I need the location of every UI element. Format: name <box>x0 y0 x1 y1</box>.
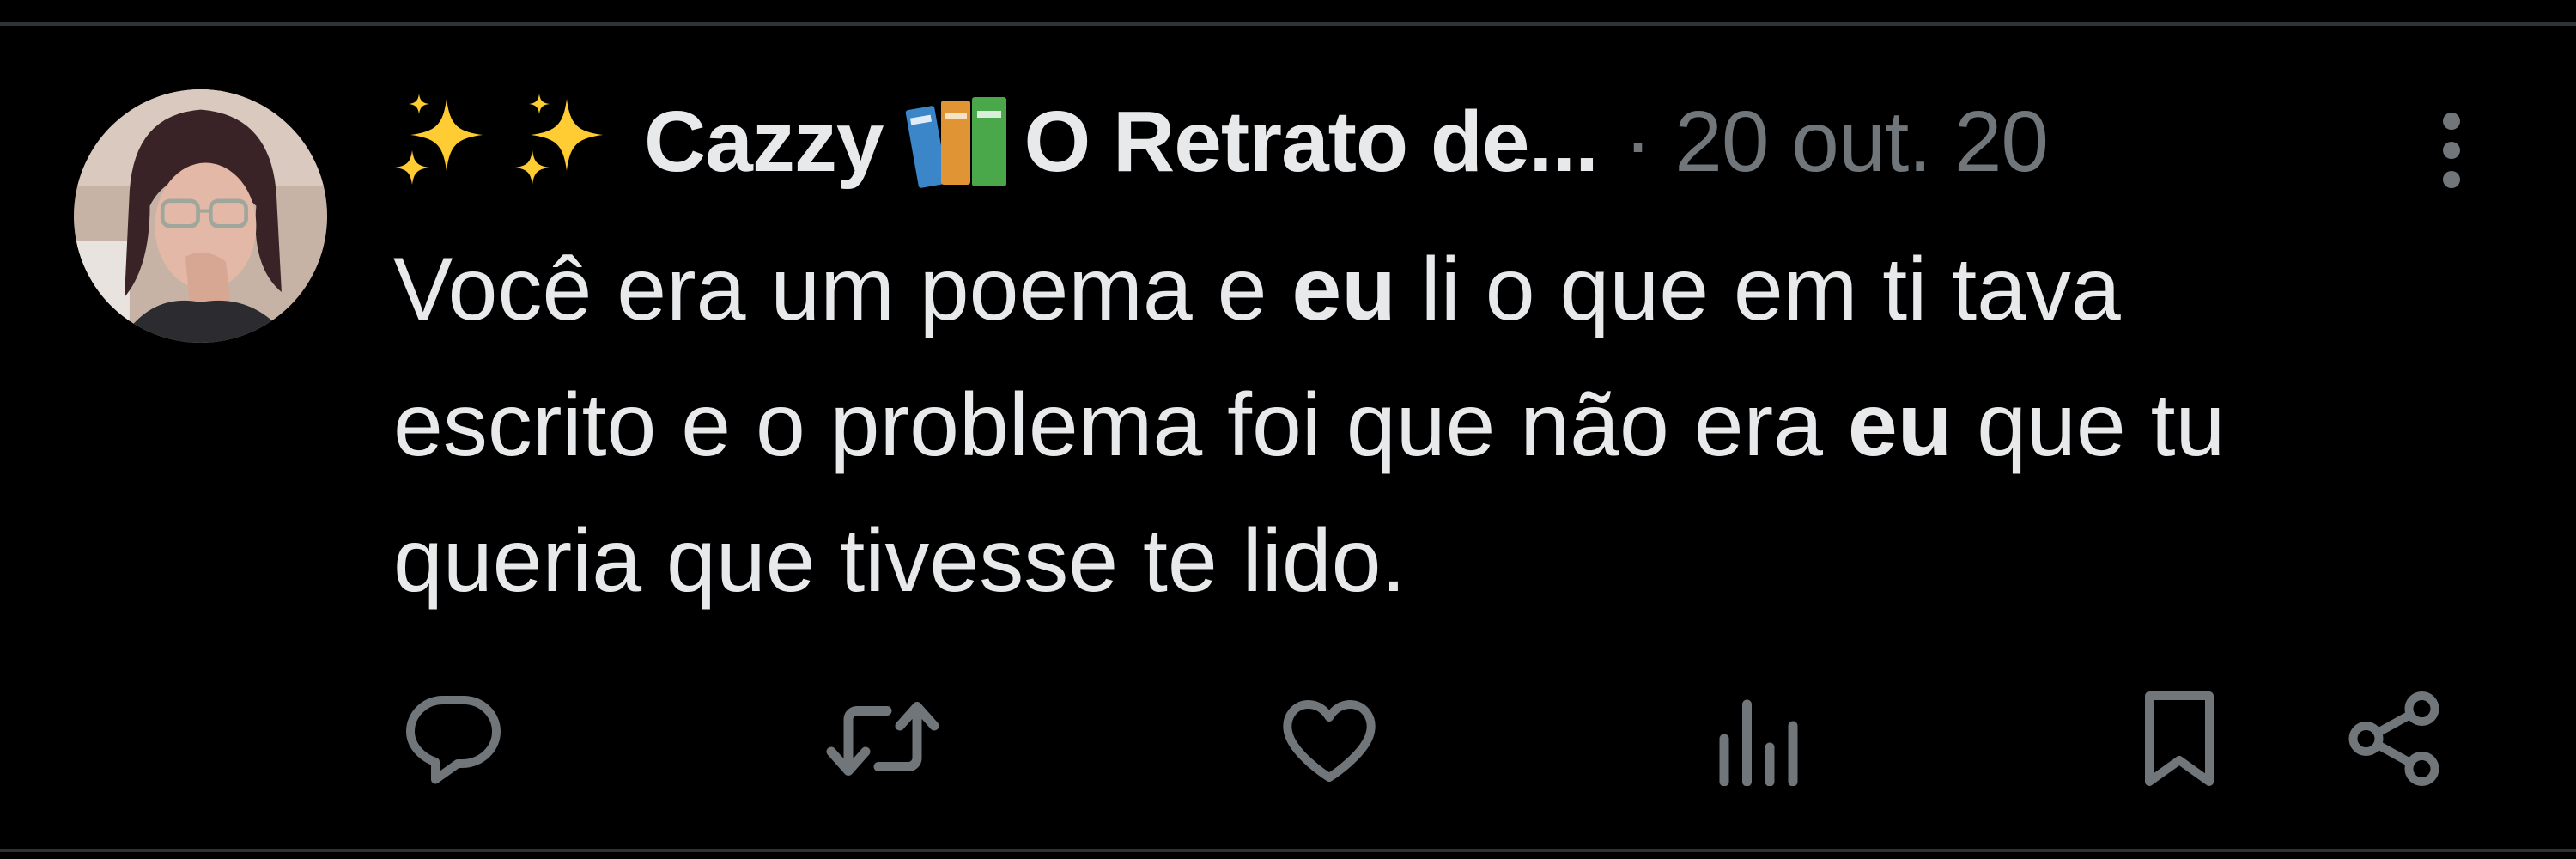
share-nodes-icon <box>2348 691 2439 786</box>
avatar[interactable] <box>74 89 327 343</box>
reply-button[interactable] <box>393 679 513 799</box>
heart-icon <box>1283 700 1376 782</box>
bottom-divider <box>0 849 2576 852</box>
books-icon <box>903 90 1015 193</box>
sparkles-emoji <box>393 90 625 193</box>
timestamp[interactable]: 20 out. 20 <box>1674 93 2049 192</box>
post-text: Você era um poema e eu li o que em ti ta… <box>393 222 2488 629</box>
post-text-bold: eu <box>1291 240 1396 339</box>
more-options-button[interactable] <box>2421 103 2482 198</box>
sparkles-icon <box>395 94 483 185</box>
speech-bubble-icon <box>406 696 501 784</box>
avatar-image <box>74 89 327 343</box>
post-header: Cazzy O Retrato de... · 20 out. 20 <box>393 86 2049 198</box>
repost-arrows-icon <box>826 702 939 776</box>
bar-chart-icon <box>1719 699 1798 786</box>
share-button[interactable] <box>2334 679 2454 799</box>
action-bar <box>393 679 2506 799</box>
separator-dot: · <box>1623 93 1653 190</box>
repost-button[interactable] <box>823 679 943 799</box>
views-button[interactable] <box>1698 679 1819 799</box>
bookmark-icon <box>2145 691 2214 786</box>
sparkles-icon <box>515 94 603 185</box>
like-button[interactable] <box>1269 679 1389 799</box>
more-vertical-icon <box>2443 113 2460 188</box>
bookmark-button[interactable] <box>2119 679 2239 799</box>
post-text-line: escrito e o problema foi que não era eu … <box>393 375 2226 475</box>
display-name[interactable]: Cazzy <box>644 93 884 192</box>
post-text-bold: eu <box>1847 375 1953 475</box>
post-text-line: queria que tivesse te lido. <box>393 511 1406 611</box>
display-name-suffix[interactable]: O Retrato de... <box>1024 93 1598 192</box>
post-card[interactable]: Cazzy O Retrato de... · 20 out. 20 Você … <box>0 26 2576 849</box>
post-text-line: Você era um poema e eu li o que em ti ta… <box>393 240 2121 339</box>
